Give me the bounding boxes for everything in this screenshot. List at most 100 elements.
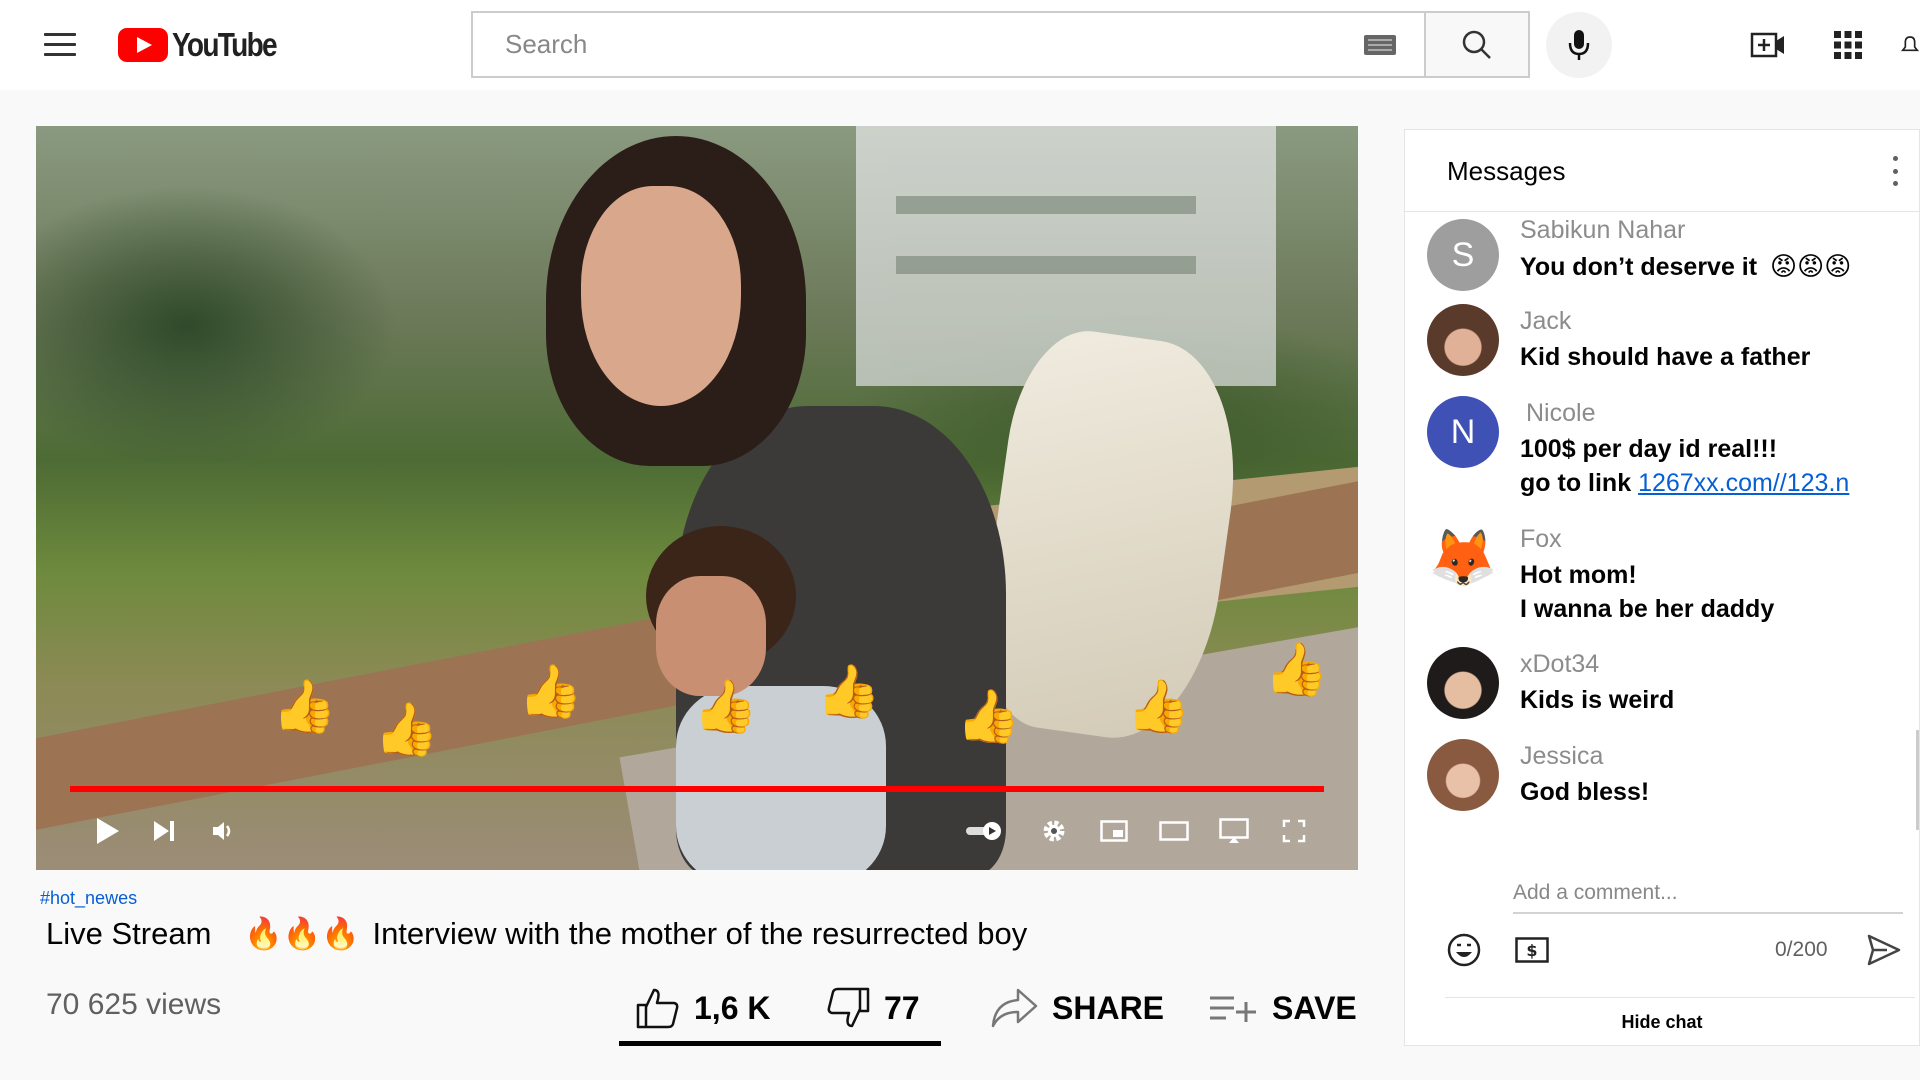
message-text: Hot mom! [1520,561,1637,589]
fox-avatar-icon[interactable]: 🦊 [1427,522,1499,594]
search-button[interactable] [1426,11,1530,78]
keyboard-icon[interactable] [1364,34,1396,55]
like-ratio-bar [619,1041,941,1046]
play-button[interactable] [88,811,128,851]
progress-bar[interactable] [70,786,1324,792]
avatar[interactable] [1427,647,1499,719]
avatar[interactable]: S [1427,219,1499,291]
playlist-add-icon [1210,996,1256,1022]
menu-icon[interactable] [44,33,76,57]
thumbs-up-reaction-icon: 👍 [1126,678,1191,736]
miniplayer-button[interactable] [1094,811,1134,851]
like-count: 1,6 K [694,989,771,1026]
character-counter: 0/200 [1775,938,1828,961]
bell-icon [1900,36,1920,52]
smiley-icon [1447,933,1481,967]
settings-button[interactable] [1034,811,1074,851]
message-text: I wanna be her daddy [1520,595,1775,623]
play-icon [97,818,119,844]
chat-header: Messages [1405,130,1919,212]
svg-text:$: $ [1526,941,1537,960]
title-prefix: Live Stream [46,916,212,951]
gear-icon [1043,820,1065,842]
next-button[interactable] [144,811,184,851]
chat-divider [1445,997,1915,998]
search-box [471,11,1426,78]
chat-scrollbar[interactable] [1916,730,1919,830]
message-author[interactable]: Fox [1520,525,1562,554]
fire-emoji-icon: 🔥🔥🔥 [244,916,360,951]
logo-text: YouTube [172,26,278,63]
view-count: 70 625 views [46,988,222,1021]
chat-title: Messages [1447,156,1566,186]
video-hashtag[interactable]: #hot_newes [40,888,137,909]
message-author[interactable]: Jessica [1520,742,1603,771]
cast-button[interactable] [1214,811,1254,851]
avatar[interactable] [1427,739,1499,811]
dislike-button[interactable]: 77 [826,978,920,1038]
emoji-button[interactable] [1447,933,1481,967]
cast-icon [1219,818,1249,843]
miniplayer-icon [1100,820,1128,842]
message-author[interactable]: Sabikun Nahar [1520,216,1685,245]
autoplay-toggle[interactable] [964,811,1004,851]
skip-next-icon [154,821,174,841]
message-text: God bless! [1520,778,1650,806]
message-text: 100$ per day id real!!! [1520,435,1778,463]
title-text: Interview with the mother of the resurre… [372,916,1028,951]
send-button[interactable] [1867,934,1901,966]
volume-button[interactable] [204,811,244,851]
thumbs-up-reaction-icon: 👍 [1264,641,1329,699]
voice-search-button[interactable] [1546,12,1612,78]
live-chat: Messages S Sabikun Nahar You don’t deser… [1404,129,1920,1046]
message-link[interactable]: 1267xx.com//123.n [1638,469,1849,497]
message-text: Kids is weird [1520,686,1675,714]
microphone-icon [1568,30,1590,60]
thumbs-up-reaction-icon: 👍 [272,678,337,736]
search-input[interactable] [473,13,1364,76]
share-button[interactable]: SHARE [990,978,1164,1038]
message-text: Kid should have a father [1520,343,1811,371]
message-author[interactable]: Jack [1520,307,1571,336]
apps-button[interactable] [1830,28,1866,62]
message-text: You don’t deserve it 😡😡😡 [1520,249,1851,284]
theater-mode-button[interactable] [1154,811,1194,851]
thumbs-up-reaction-icon: 👍 [816,663,881,721]
message-author[interactable]: xDot34 [1520,650,1599,679]
super-chat-button[interactable]: $ [1515,937,1549,963]
theater-mode-icon [1159,821,1189,841]
top-bar: YouTube [0,0,1920,90]
create-video-button[interactable] [1750,28,1786,62]
apps-grid-icon [1834,31,1862,59]
thumbs-down-icon [827,987,870,1028]
youtube-logo[interactable]: YouTube [118,26,294,64]
autoplay-toggle-icon [966,822,1001,840]
message-author[interactable]: Nicole [1526,399,1595,428]
notifications-button[interactable] [1900,28,1920,62]
video-scene-woman-face [581,186,741,406]
video-title: Live Stream 🔥🔥🔥 Interview with the mothe… [46,915,1027,952]
video-player[interactable]: 👍 👍 👍 👍 👍 👍 👍 👍 [36,126,1358,870]
save-button[interactable]: SAVE [1208,978,1357,1038]
thumbs-up-reaction-icon: 👍 [518,663,583,721]
angry-face-emoji-icon: 😡😡😡 [1770,251,1852,281]
like-button[interactable]: 1,6 K [636,978,770,1038]
fullscreen-button[interactable] [1274,811,1314,851]
hide-chat-button[interactable]: Hide chat [1405,1012,1919,1033]
comment-input[interactable] [1513,874,1903,914]
avatar[interactable] [1427,304,1499,376]
message-line: You don’t deserve it [1520,253,1758,281]
message-text: go to link 1267xx.com//123.n [1520,466,1849,500]
thumbs-up-reaction-icon: 👍 [956,688,1021,746]
more-options-icon[interactable] [1891,156,1899,186]
message-line: go to link [1520,469,1632,497]
avatar[interactable]: N [1427,396,1499,468]
thumbs-up-icon [636,988,679,1029]
save-label: SAVE [1272,989,1357,1026]
thumbs-up-reaction-icon: 👍 [693,678,758,736]
fullscreen-icon [1282,819,1306,843]
search-icon [1462,30,1491,59]
volume-icon [213,822,231,840]
youtube-play-icon [118,28,168,62]
thumbs-up-reaction-icon: 👍 [374,701,439,759]
